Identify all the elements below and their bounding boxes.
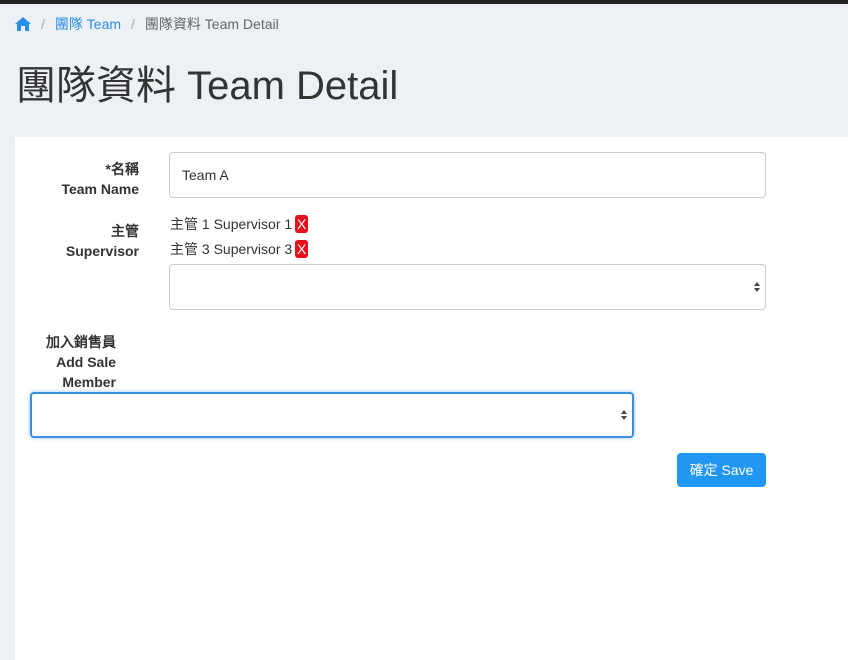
team-name-label: *名稱 Team Name	[35, 159, 139, 199]
remove-supervisor-button[interactable]: X	[295, 215, 309, 233]
add-sale-member-label-en-2: Member	[62, 374, 116, 390]
supervisor-tag-name: 主管 1 Supervisor 1	[170, 216, 293, 232]
supervisor-label: 主管 Supervisor	[35, 221, 139, 261]
select-arrows-icon	[621, 410, 627, 420]
add-sale-member-label-en: Add Sale	[56, 354, 116, 370]
supervisor-tag: 主管 3 Supervisor 3 X	[170, 239, 309, 259]
breadcrumb-separator: /	[131, 16, 135, 32]
supervisor-tag-name: 主管 3 Supervisor 3	[170, 241, 293, 257]
breadcrumb-team-link[interactable]: 團隊 Team	[55, 14, 121, 34]
supervisor-label-zh: 主管	[111, 223, 139, 239]
top-bar	[0, 0, 848, 4]
breadcrumb-separator: /	[41, 16, 45, 32]
supervisor-select[interactable]	[169, 264, 766, 310]
breadcrumb-current: 團隊資料 Team Detail	[144, 16, 279, 32]
save-button[interactable]: 確定 Save	[677, 453, 766, 487]
supervisor-label-en: Supervisor	[65, 243, 139, 259]
supervisor-tag: 主管 1 Supervisor 1 X	[170, 214, 309, 234]
remove-supervisor-button[interactable]: X	[295, 240, 309, 258]
breadcrumb: / 團隊 Team / 團隊資料 Team Detail	[15, 14, 279, 34]
team-name-label-zh: *名稱	[105, 161, 139, 177]
team-name-value: Team A	[182, 167, 229, 183]
team-detail-form: *名稱 Team Name Team A 主管 Supervisor 主管 1 …	[15, 137, 848, 660]
team-name-label-en: Team Name	[61, 181, 139, 197]
add-sale-member-label-zh: 加入銷售員	[46, 334, 116, 350]
home-icon[interactable]	[15, 16, 31, 32]
add-sale-member-label: 加入銷售員 Add Sale Member	[15, 332, 116, 392]
team-name-input[interactable]: Team A	[169, 152, 766, 198]
select-arrows-icon	[754, 282, 760, 292]
add-sale-member-select[interactable]	[30, 392, 634, 438]
page-title: 團隊資料 Team Detail	[16, 64, 399, 108]
